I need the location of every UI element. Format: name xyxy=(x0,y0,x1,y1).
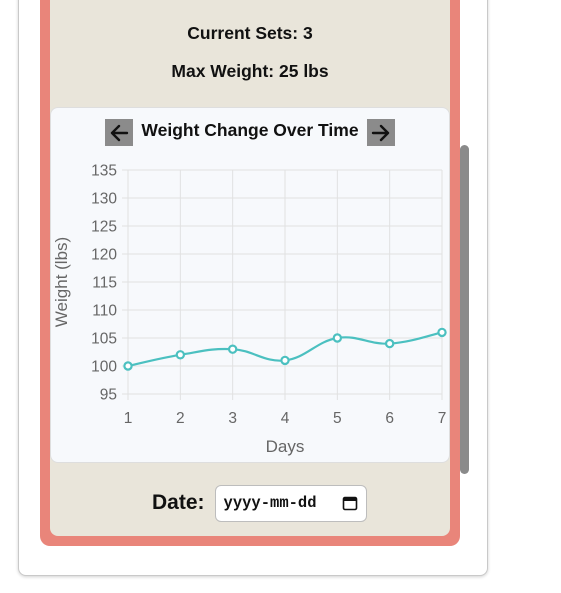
chart-card: Weight Change Over Time 95 100 105 110 115 12… xyxy=(50,107,450,463)
y-tick-label: 120 xyxy=(91,247,117,264)
y-tick-label: 100 xyxy=(91,359,117,376)
x-tick-label: 7 xyxy=(438,410,447,427)
y-tick-label: 110 xyxy=(92,303,117,320)
date-input[interactable]: yyyy-mm-dd xyxy=(214,484,367,522)
y-axis-label: Weight (lbs) xyxy=(52,237,71,327)
y-tick-label: 105 xyxy=(91,331,117,348)
data-point xyxy=(175,350,186,360)
scrollbar-thumb[interactable] xyxy=(460,145,469,474)
data-point xyxy=(227,344,238,354)
x-tick-label: 2 xyxy=(176,410,185,427)
data-point xyxy=(437,327,447,338)
data-point xyxy=(280,355,290,366)
calendar-icon[interactable] xyxy=(342,495,358,511)
data-point xyxy=(123,361,133,371)
data-point xyxy=(332,333,343,343)
exercise-card: Current Sets: 3 Max Weight: 25 lbs Weigh… xyxy=(40,0,460,546)
x-tick-label: 4 xyxy=(281,410,290,427)
date-placeholder: yyyy-mm-dd xyxy=(223,494,317,512)
y-tick-label: 125 xyxy=(91,219,117,236)
exercise-card-body: Current Sets: 3 Max Weight: 25 lbs Weigh… xyxy=(50,0,450,536)
current-sets-text: Current Sets: 3 xyxy=(187,23,313,43)
date-row: Date: yyyy-mm-dd xyxy=(152,484,367,522)
x-tick-label: 6 xyxy=(385,410,394,427)
y-tick-label: 95 xyxy=(100,387,117,404)
x-tick-label: 5 xyxy=(333,410,342,427)
x-tick-label: 1 xyxy=(124,410,133,427)
y-tick-label: 135 xyxy=(91,163,117,180)
max-weight-text: Max Weight: 25 lbs xyxy=(171,61,329,81)
date-label: Date: xyxy=(152,491,205,514)
x-tick-label: 3 xyxy=(228,410,237,427)
x-axis-label: Days xyxy=(266,437,305,456)
y-tick-label: 130 xyxy=(91,191,117,208)
weight-line-chart: 95 100 105 110 115 120 125 130 135 1 2 3 4 5 6 7 Days W… xyxy=(52,163,447,456)
data-point xyxy=(384,338,395,349)
y-tick-label: 115 xyxy=(92,275,117,292)
